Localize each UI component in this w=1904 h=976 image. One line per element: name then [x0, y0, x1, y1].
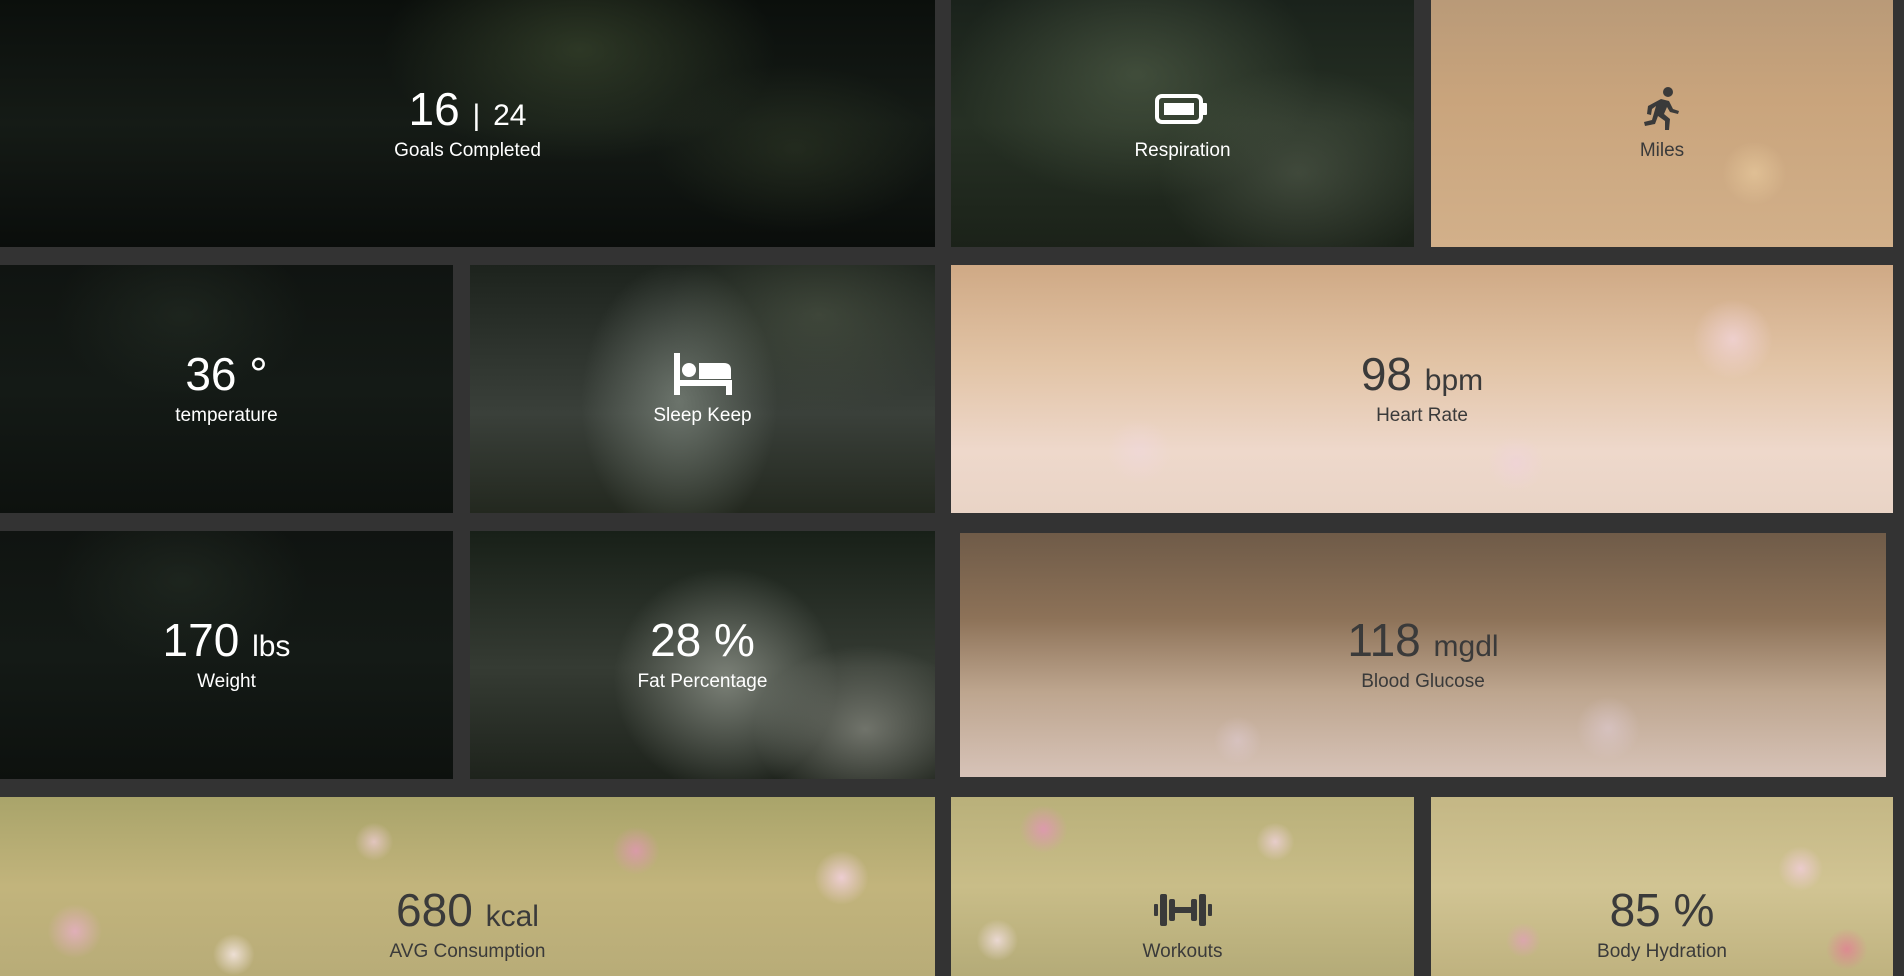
miles-label: Miles: [1639, 139, 1685, 161]
glucose-label: Blood Glucose: [1361, 671, 1485, 692]
running-icon: [1640, 86, 1684, 132]
battery-icon: [1134, 86, 1230, 132]
heart-rate-tile[interactable]: 98 bpm Heart Rate: [951, 265, 1893, 513]
temperature-tile[interactable]: 36 ° temperature: [0, 265, 453, 513]
temperature-label: temperature: [175, 405, 278, 426]
hydration-tile[interactable]: 85 % Body Hydration: [1431, 797, 1893, 976]
bed-icon: [653, 351, 751, 397]
workouts-label: Workouts: [1142, 941, 1223, 962]
workouts-tile[interactable]: Workouts: [951, 797, 1414, 976]
respiration-tile[interactable]: Respiration: [951, 0, 1414, 247]
consumption-value: 680 kcal: [396, 884, 539, 936]
sleep-label: Sleep Keep: [653, 405, 752, 426]
miles-tile[interactable]: Miles: [1431, 0, 1893, 247]
temperature-value: 36 °: [185, 348, 268, 400]
consumption-label: AVG Consumption: [389, 941, 546, 962]
consumption-tile[interactable]: 680 kcal AVG Consumption: [0, 797, 935, 976]
fat-label: Fat Percentage: [637, 671, 768, 692]
goals-label: Goals Completed: [394, 139, 541, 161]
goals-tile[interactable]: 16 | 24 Goals Completed: [0, 0, 935, 247]
hydration-value: 85 %: [1609, 884, 1715, 936]
heart-rate-value: 98 bpm: [1360, 348, 1484, 400]
glucose-tile[interactable]: 118 mgdl Blood Glucose: [960, 533, 1886, 777]
weight-tile[interactable]: 170 lbs Weight: [0, 531, 453, 779]
fat-tile[interactable]: 28 % Fat Percentage: [470, 531, 935, 779]
heart-rate-label: Heart Rate: [1376, 405, 1468, 426]
dumbbell-icon: [1143, 887, 1223, 933]
glucose-value: 118 mgdl: [1347, 614, 1499, 666]
weight-label: Weight: [197, 671, 256, 692]
goals-value: 16 | 24: [408, 82, 527, 135]
fat-value: 28 %: [650, 614, 755, 666]
hydration-label: Body Hydration: [1597, 941, 1727, 962]
respiration-label: Respiration: [1134, 139, 1231, 161]
sleep-tile[interactable]: Sleep Keep: [470, 265, 935, 513]
weight-value: 170 lbs: [162, 614, 291, 666]
